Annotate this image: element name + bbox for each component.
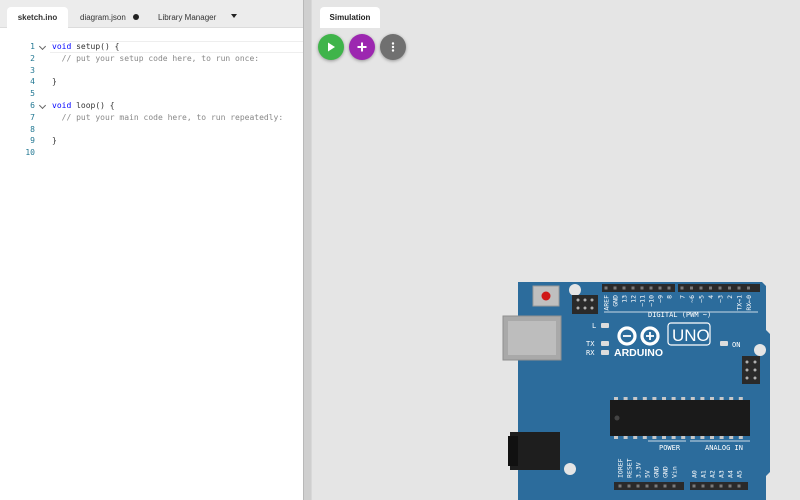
digital-label: DIGITAL (PWM ~) xyxy=(648,311,711,319)
line-number: 7 xyxy=(30,112,35,122)
model-text: UNO xyxy=(672,326,710,345)
power-label: POWER xyxy=(659,444,681,452)
pin-label: A1 xyxy=(700,470,708,478)
digital-pin-header xyxy=(602,284,760,292)
pin-label: 2 xyxy=(726,295,734,299)
editor-pane: sketch.ino diagram.json Library Manager … xyxy=(0,0,303,500)
add-part-button[interactable] xyxy=(349,34,375,60)
l-led-label: L xyxy=(592,322,596,330)
line-number: 10 xyxy=(25,148,35,158)
tab-library-manager[interactable]: Library Manager xyxy=(158,7,216,28)
simulation-pane: Simulation AREF GND 13 12 ~11 ~10 ~9 8 7… xyxy=(312,0,800,500)
line-number: 5 xyxy=(30,89,35,99)
analog-label: ANALOG IN xyxy=(705,444,743,452)
pin-label: TX→1 xyxy=(736,295,744,311)
code-line[interactable]: 5 xyxy=(0,88,303,100)
pin-label: 4 xyxy=(707,295,715,299)
code-text: void setup() { xyxy=(52,42,120,51)
tab-dropdown-icon[interactable] xyxy=(231,14,237,18)
line-number: 9 xyxy=(30,136,35,146)
pin-label: ~9 xyxy=(657,295,665,303)
simulation-tab-bar: Simulation xyxy=(312,0,800,28)
power-analog-header xyxy=(614,482,748,490)
on-label: ON xyxy=(732,341,740,349)
pin-label: IOREF xyxy=(617,458,625,478)
code-text: } xyxy=(52,136,57,146)
pin-label: 12 xyxy=(630,295,638,303)
pin-label: 3.3V xyxy=(635,462,643,478)
code-line[interactable]: 1 void setup() { xyxy=(0,41,303,53)
line-number: 3 xyxy=(30,65,35,75)
on-led xyxy=(720,341,728,346)
code-line[interactable]: 2 // put your setup code here, to run on… xyxy=(0,53,303,65)
code-line[interactable]: 6 void loop() { xyxy=(0,100,303,112)
pin-label: ~5 xyxy=(698,295,706,303)
tab-diagram-json[interactable]: diagram.json xyxy=(80,7,139,28)
atmega-chip xyxy=(610,400,750,436)
plus-icon xyxy=(357,42,367,52)
rx-led xyxy=(601,350,609,355)
code-text: void loop() { xyxy=(52,100,115,110)
rx-led-label: RX xyxy=(586,349,595,357)
pin-label: A3 xyxy=(718,470,726,478)
l-led xyxy=(601,323,609,328)
start-simulation-button[interactable] xyxy=(318,34,344,60)
pin-label: GND xyxy=(662,466,670,478)
more-vertical-icon xyxy=(391,42,395,52)
code-line[interactable]: 3 xyxy=(0,65,303,77)
pin-label: Vin xyxy=(671,466,679,478)
mounting-hole xyxy=(754,344,766,356)
mounting-hole xyxy=(564,463,576,475)
pin-label: A2 xyxy=(709,470,717,478)
pin-label: A5 xyxy=(736,470,744,478)
tab-simulation[interactable]: Simulation xyxy=(320,7,380,28)
pin-label: 13 xyxy=(621,295,629,303)
pin-label: A0 xyxy=(691,470,699,478)
editor-tab-bar: sketch.ino diagram.json Library Manager xyxy=(0,0,303,28)
pin-label: 5V xyxy=(644,470,652,478)
code-line[interactable]: 10 xyxy=(0,147,303,159)
code-line[interactable]: 4 } xyxy=(0,76,303,88)
line-number: 4 xyxy=(30,77,35,87)
code-text: // put your main code here, to run repea… xyxy=(52,112,284,122)
mounting-hole xyxy=(569,284,581,296)
pin-label: ~6 xyxy=(688,295,696,303)
tab-diagram-json-label: diagram.json xyxy=(80,13,126,22)
line-number: 2 xyxy=(30,53,35,63)
code-line[interactable]: 8 xyxy=(0,124,303,136)
pin-label: 8 xyxy=(666,295,674,299)
brand-text: ARDUINO xyxy=(614,347,663,359)
pane-resize-handle[interactable] xyxy=(303,0,312,500)
line-number: 1 xyxy=(30,42,35,51)
tx-led-label: TX xyxy=(586,340,595,348)
code-line[interactable]: 7 // put your main code here, to run rep… xyxy=(0,112,303,124)
pin-label: ~11 xyxy=(639,295,647,307)
line-number: 8 xyxy=(30,124,35,134)
pin-label: A4 xyxy=(727,470,735,478)
code-text: // put your setup code here, to run once… xyxy=(52,53,260,63)
tx-led xyxy=(601,341,609,346)
pin-label: GND xyxy=(653,466,661,478)
pin-label: AREF xyxy=(603,295,611,311)
icsp2-header xyxy=(742,356,760,384)
more-options-button[interactable] xyxy=(380,34,406,60)
icsp-header xyxy=(572,295,598,314)
line-number: 6 xyxy=(30,100,35,110)
tab-sketch-ino[interactable]: sketch.ino xyxy=(7,7,68,28)
pin-label: ~3 xyxy=(717,295,725,303)
pin-label: GND xyxy=(612,295,620,307)
code-line[interactable]: 9 } xyxy=(0,135,303,147)
pin-label: RESET xyxy=(626,458,634,478)
pin-label: ~10 xyxy=(648,295,656,307)
code-text: } xyxy=(52,77,57,87)
arduino-uno-board[interactable]: AREF GND 13 12 ~11 ~10 ~9 8 7 ~6 ~5 4 ~3 2 TX→1 RX←0 DI… xyxy=(500,270,770,500)
play-icon xyxy=(328,42,335,52)
pin-label: RX←0 xyxy=(745,295,753,311)
unsaved-dot-icon xyxy=(132,13,139,20)
code-editor[interactable]: 1 void setup() { 2 // put your setup cod… xyxy=(0,41,303,159)
pin-label: 7 xyxy=(679,295,687,299)
